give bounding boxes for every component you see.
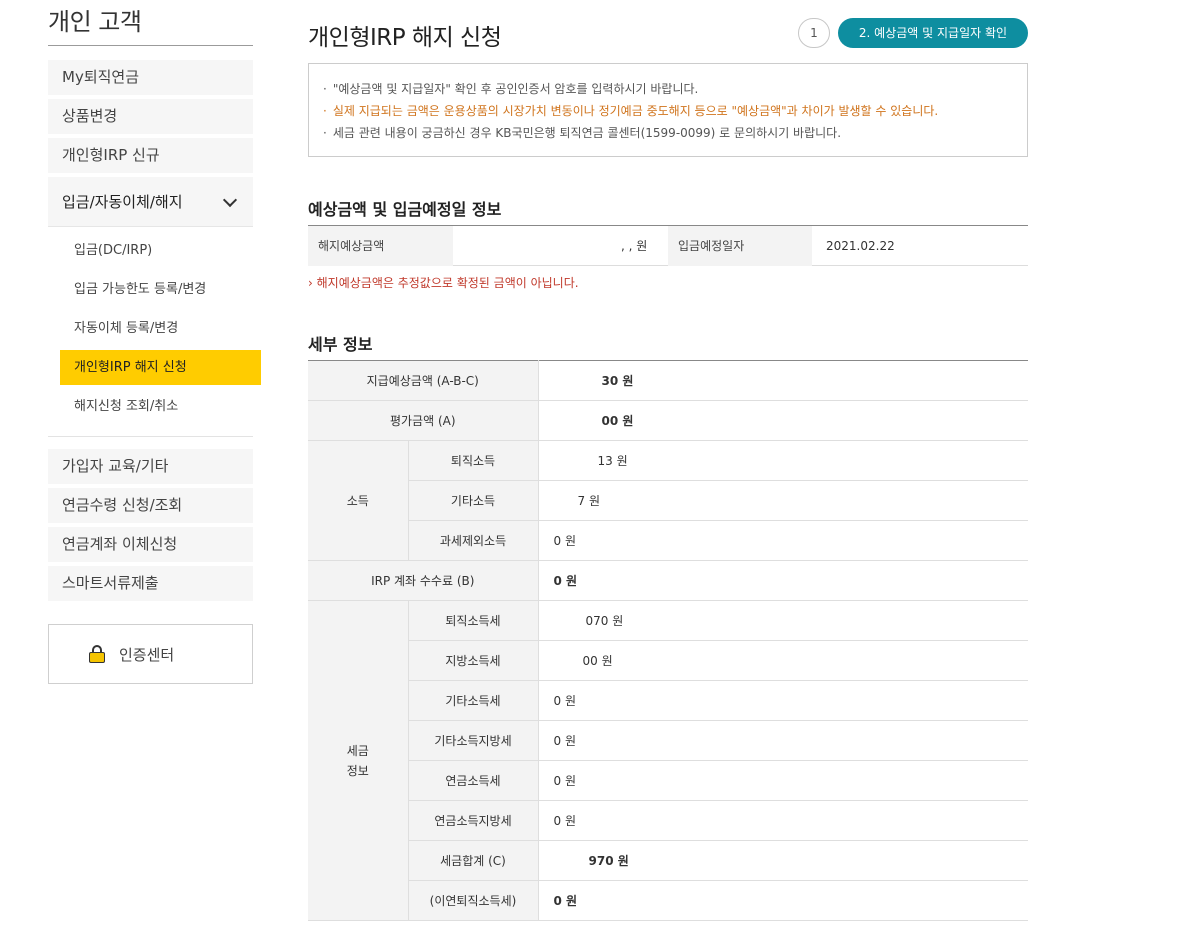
row-label: 퇴직소득세 bbox=[407, 600, 538, 641]
row-value: 0 원 bbox=[537, 680, 1028, 721]
row-value: 0 원 bbox=[537, 520, 1028, 561]
table-row: 지급예상금액 (A-B-C) 30 원 bbox=[308, 360, 1028, 401]
notice-item: "예상금액 및 지급일자" 확인 후 공인인증서 암호를 입력하시기 바랍니다. bbox=[323, 78, 1027, 100]
label-deposit-date: 입금예정일자 bbox=[668, 226, 812, 266]
row-value: 00 원 bbox=[537, 640, 1028, 681]
notice-item: 세금 관련 내용이 궁금하신 경우 KB국민은행 퇴직연금 콜센터(1599-0… bbox=[323, 122, 1027, 144]
row-value: 7 원 bbox=[537, 480, 1028, 521]
notice-item-warning: 실제 지급되는 금액은 운용상품의 시장가치 변동이나 정기예금 중도해지 등으… bbox=[323, 100, 1027, 122]
table-row: 기타소득세 0 원 bbox=[308, 680, 1028, 721]
page-title: 개인형IRP 해지 신청 bbox=[308, 25, 502, 51]
row-value: 0 원 bbox=[537, 560, 1028, 601]
sidebar-item-product-change[interactable]: 상품변경 bbox=[48, 99, 253, 134]
label-expected-amount: 해지예상금액 bbox=[308, 226, 453, 266]
section-title-expected: 예상금액 및 입금예정일 정보 bbox=[308, 200, 502, 219]
value-deposit-date: 2021.02.22 bbox=[826, 239, 895, 253]
sidebar-item-deposit-transfer-cancel[interactable]: 입금/자동이체/해지 bbox=[48, 177, 253, 227]
step-1-indicator: 1 bbox=[798, 18, 830, 48]
value-expected-amount: , , 원 bbox=[621, 239, 648, 253]
sidebar-subitem-deposit-limit[interactable]: 입금 가능한도 등록/변경 bbox=[48, 272, 253, 307]
row-value: 970 원 bbox=[537, 840, 1028, 881]
row-value: 13 원 bbox=[537, 440, 1028, 481]
expected-info-table: 해지예상금액 , , 원 입금예정일자 2021.02.22 bbox=[308, 225, 1028, 266]
details-table: 지급예상금액 (A-B-C) 30 원 평가금액 (A) 00 원 소득 퇴직소… bbox=[308, 360, 1028, 921]
row-value: 0 원 bbox=[537, 760, 1028, 801]
row-label: 기타소득 bbox=[407, 480, 538, 521]
table-row: 세금합계 (C) 970 원 bbox=[308, 840, 1028, 881]
row-value: 30 원 bbox=[537, 360, 1028, 401]
row-value: 070 원 bbox=[537, 600, 1028, 641]
row-label: 연금소득지방세 bbox=[407, 800, 538, 841]
table-row: 소득 퇴직소득 13 원 bbox=[308, 440, 1028, 561]
row-label: IRP 계좌 수수료 (B) bbox=[308, 560, 538, 601]
notice-box: "예상금액 및 지급일자" 확인 후 공인인증서 암호를 입력하시기 바랍니다.… bbox=[308, 63, 1028, 157]
table-row: 과세제외소득 0 원 bbox=[308, 520, 1028, 561]
row-label: 세금합계 (C) bbox=[407, 840, 538, 881]
sidebar: 개인 고객 My퇴직연금 상품변경 개인형IRP 신규 입금/자동이체/해지 입… bbox=[48, 0, 261, 684]
row-label: 과세제외소득 bbox=[407, 520, 538, 561]
estimate-note: › 해지예상금액은 추정값으로 확정된 금액이 아닙니다. bbox=[308, 276, 579, 290]
sidebar-title: 개인 고객 bbox=[48, 0, 253, 46]
row-label: 기타소득세 bbox=[407, 680, 538, 721]
sidebar-item-my-pension[interactable]: My퇴직연금 bbox=[48, 60, 253, 95]
section-title-details: 세부 정보 bbox=[308, 335, 373, 354]
group-label-tax: 세금 정보 bbox=[308, 600, 408, 921]
table-row: 연금소득세 0 원 bbox=[308, 760, 1028, 801]
row-value: 0 원 bbox=[537, 720, 1028, 761]
sidebar-item-account-transfer[interactable]: 연금계좌 이체신청 bbox=[48, 527, 253, 562]
sidebar-subitem-deposit[interactable]: 입금(DC/IRP) bbox=[48, 233, 253, 268]
row-value: 0 원 bbox=[537, 800, 1028, 841]
table-row: 연금소득지방세 0 원 bbox=[308, 800, 1028, 841]
lock-icon bbox=[89, 645, 105, 663]
table-row: 기타소득 7 원 bbox=[308, 480, 1028, 521]
table-row: (이연퇴직소득세) 0 원 bbox=[308, 880, 1028, 921]
row-label: (이연퇴직소득세) bbox=[407, 880, 538, 921]
sidebar-menu: My퇴직연금 상품변경 개인형IRP 신규 입금/자동이체/해지 입금(DC/I… bbox=[48, 60, 261, 601]
row-label: 평가금액 (A) bbox=[308, 400, 538, 441]
group-label-income: 소득 bbox=[308, 440, 408, 561]
auth-center-button[interactable]: 인증센터 bbox=[48, 624, 253, 684]
sidebar-submenu: 입금(DC/IRP) 입금 가능한도 등록/변경 자동이체 등록/변경 개인형I… bbox=[48, 227, 261, 437]
sidebar-item-label: 입금/자동이체/해지 bbox=[62, 193, 183, 211]
row-value: 0 원 bbox=[537, 880, 1028, 921]
row-value: 00 원 bbox=[537, 400, 1028, 441]
sidebar-item-education[interactable]: 가입자 교육/기타 bbox=[48, 449, 253, 484]
sidebar-subitem-cancel-inquiry[interactable]: 해지신청 조회/취소 bbox=[48, 389, 253, 424]
sidebar-subitem-irp-cancel[interactable]: 개인형IRP 해지 신청 bbox=[60, 350, 261, 385]
table-row: 평가금액 (A) 00 원 bbox=[308, 400, 1028, 441]
row-label: 연금소득세 bbox=[407, 760, 538, 801]
row-label: 기타소득지방세 bbox=[407, 720, 538, 761]
table-row: 기타소득지방세 0 원 bbox=[308, 720, 1028, 761]
row-label: 지급예상금액 (A-B-C) bbox=[308, 360, 538, 401]
step-2-indicator: 2. 예상금액 및 지급일자 확인 bbox=[838, 18, 1028, 48]
chevron-down-icon bbox=[222, 192, 238, 208]
sidebar-item-pension-receipt[interactable]: 연금수령 신청/조회 bbox=[48, 488, 253, 523]
row-label: 지방소득세 bbox=[407, 640, 538, 681]
table-row: 세금 정보 퇴직소득세 070 원 bbox=[308, 600, 1028, 921]
auth-center-label: 인증센터 bbox=[119, 645, 175, 664]
sidebar-item-irp-new[interactable]: 개인형IRP 신규 bbox=[48, 138, 253, 173]
table-row: 지방소득세 00 원 bbox=[308, 640, 1028, 681]
table-row: IRP 계좌 수수료 (B) 0 원 bbox=[308, 560, 1028, 601]
row-label: 퇴직소득 bbox=[407, 440, 538, 481]
sidebar-item-smart-docs[interactable]: 스마트서류제출 bbox=[48, 566, 253, 601]
sidebar-subitem-auto-transfer[interactable]: 자동이체 등록/변경 bbox=[48, 311, 253, 346]
